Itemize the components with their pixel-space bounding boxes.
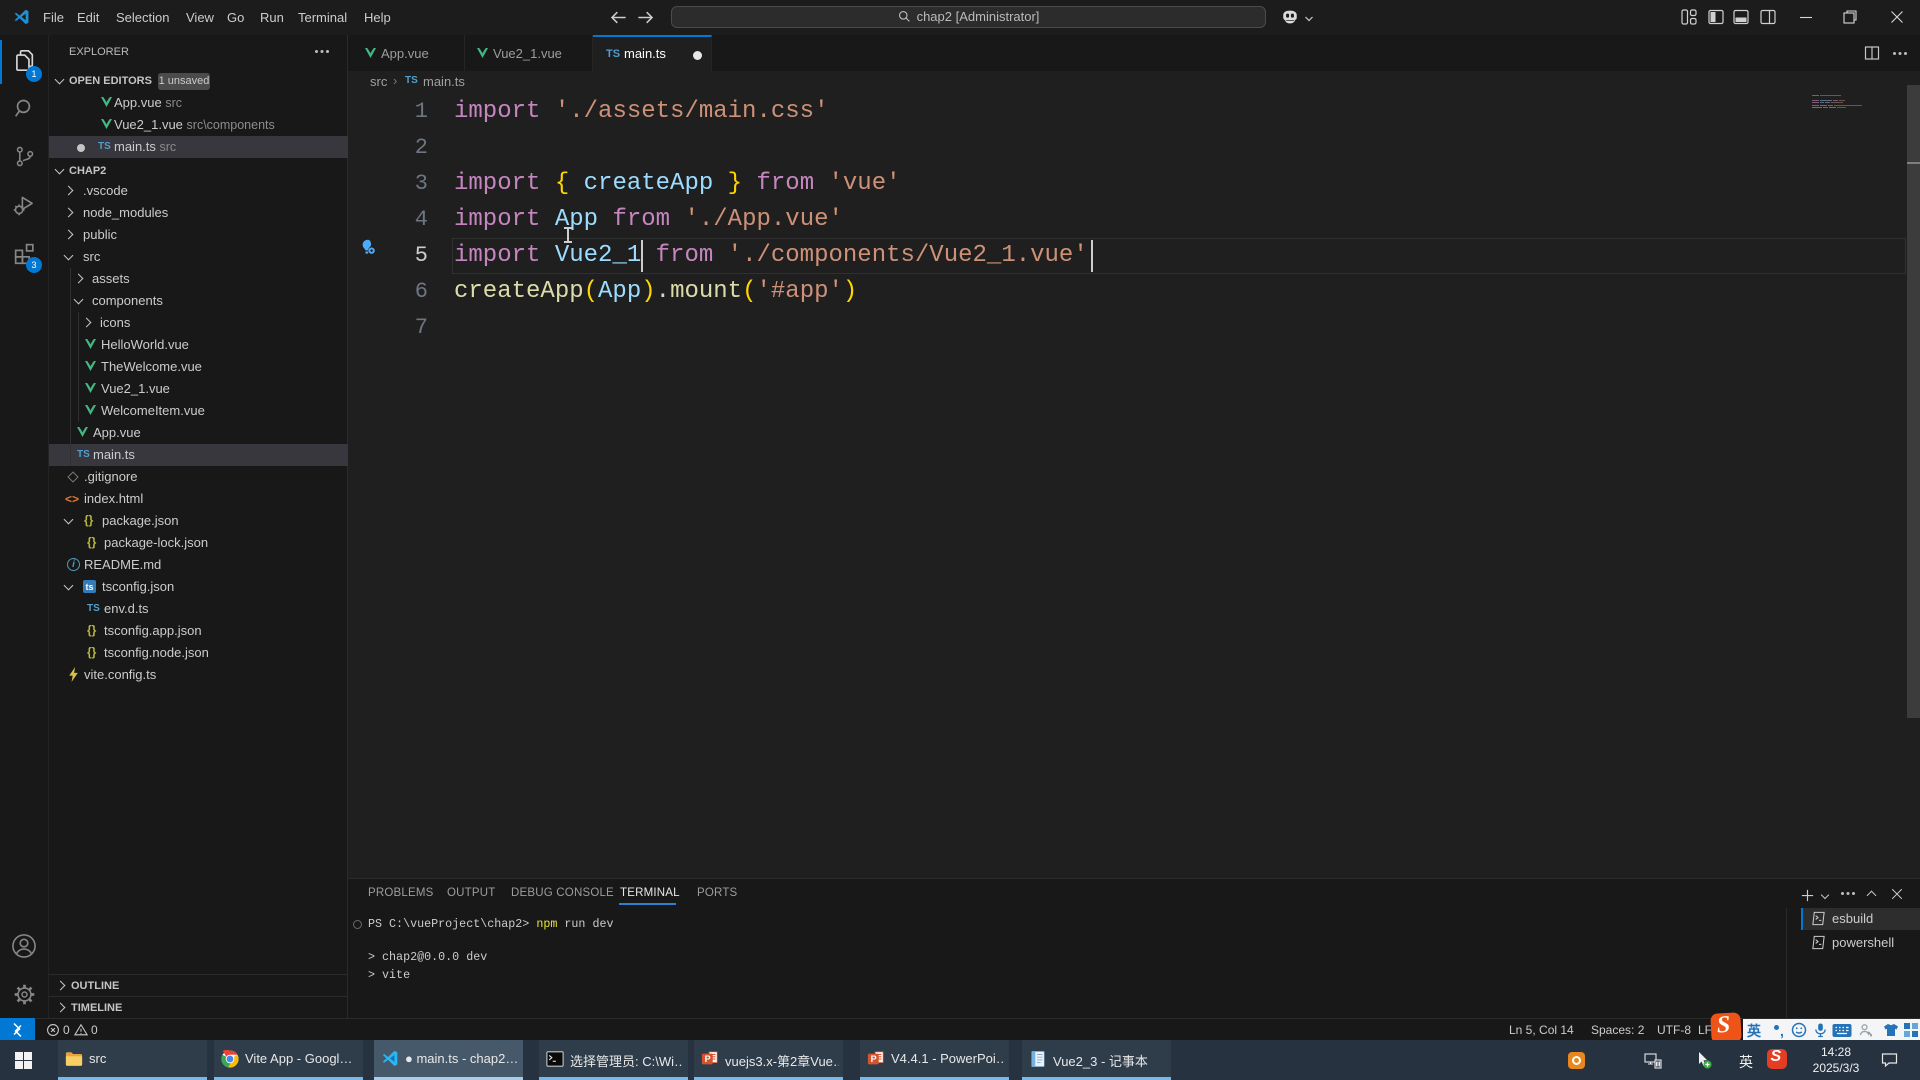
svg-text:P: P	[871, 1054, 877, 1064]
svg-text:P: P	[705, 1054, 711, 1064]
